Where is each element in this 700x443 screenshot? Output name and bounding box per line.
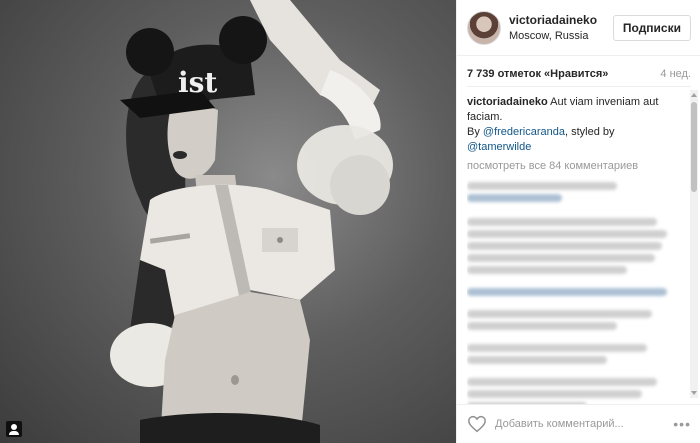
blurred-comment-line: [467, 194, 562, 202]
caption-styled-by: , styled by: [565, 126, 615, 138]
blurred-comment-line: [467, 254, 655, 262]
username-link[interactable]: victoriadaineko: [509, 12, 613, 28]
blurred-comment-line: [467, 356, 607, 364]
blurred-comment-line: [467, 242, 662, 250]
cap-text: ist: [178, 66, 217, 99]
credit-user-link[interactable]: @fredericaranda: [483, 126, 565, 138]
post-sidebar: victoriadaineko Moscow, Russia Подписки …: [456, 0, 700, 443]
scroll-thumb[interactable]: [691, 102, 697, 192]
blurred-comment-line: [467, 182, 617, 190]
comments-scrollbar[interactable]: [690, 90, 698, 398]
blurred-comment-line: [467, 378, 657, 386]
caption-by: By: [467, 126, 483, 138]
blurred-comment-line: [467, 218, 657, 226]
post-header: victoriadaineko Moscow, Russia Подписки: [457, 0, 700, 56]
likes-count[interactable]: 7 739 отметок «Нравится»: [467, 66, 608, 82]
blurred-comment-line: [467, 310, 652, 318]
post-photo[interactable]: ist: [0, 0, 456, 443]
user-info: victoriadaineko Moscow, Russia: [509, 12, 613, 44]
divider: [467, 86, 691, 87]
blurred-comments: [467, 182, 679, 405]
more-options-icon[interactable]: •••: [673, 417, 691, 431]
user-tag-icon[interactable]: [6, 421, 22, 437]
heart-icon[interactable]: [467, 415, 487, 433]
view-all-comments-link[interactable]: посмотреть все 84 комментариев: [467, 159, 679, 174]
scroll-down-arrow-icon[interactable]: [691, 391, 697, 395]
post-time[interactable]: 4 нед.: [660, 66, 691, 82]
scroll-up-arrow-icon[interactable]: [691, 93, 697, 97]
blurred-comment-line: [467, 390, 642, 398]
post-footer: •••: [457, 404, 700, 443]
instagram-post: ist victoriadaineko Moscow, Russia Подпи…: [0, 0, 700, 443]
following-button[interactable]: Подписки: [612, 14, 691, 41]
comments-list: victoriadaineko Aut viam inveniam aut fa…: [467, 95, 679, 405]
blurred-comment-line: [467, 344, 647, 352]
blurred-comment-line: [467, 288, 667, 296]
blurred-comment-line: [467, 322, 617, 330]
photo-illustration: ist: [110, 0, 393, 443]
location-link[interactable]: Moscow, Russia: [509, 28, 613, 44]
stats-row: 7 739 отметок «Нравится» 4 нед.: [467, 66, 691, 82]
caption-username[interactable]: victoriadaineko: [467, 96, 548, 108]
blurred-comment-line: [467, 266, 627, 274]
add-comment-input[interactable]: [495, 418, 674, 430]
avatar[interactable]: [467, 10, 501, 45]
caption: victoriadaineko Aut viam inveniam aut fa…: [467, 95, 679, 155]
blurred-comment-line: [467, 230, 667, 238]
stylist-user-link[interactable]: @tamerwilde: [467, 141, 531, 153]
